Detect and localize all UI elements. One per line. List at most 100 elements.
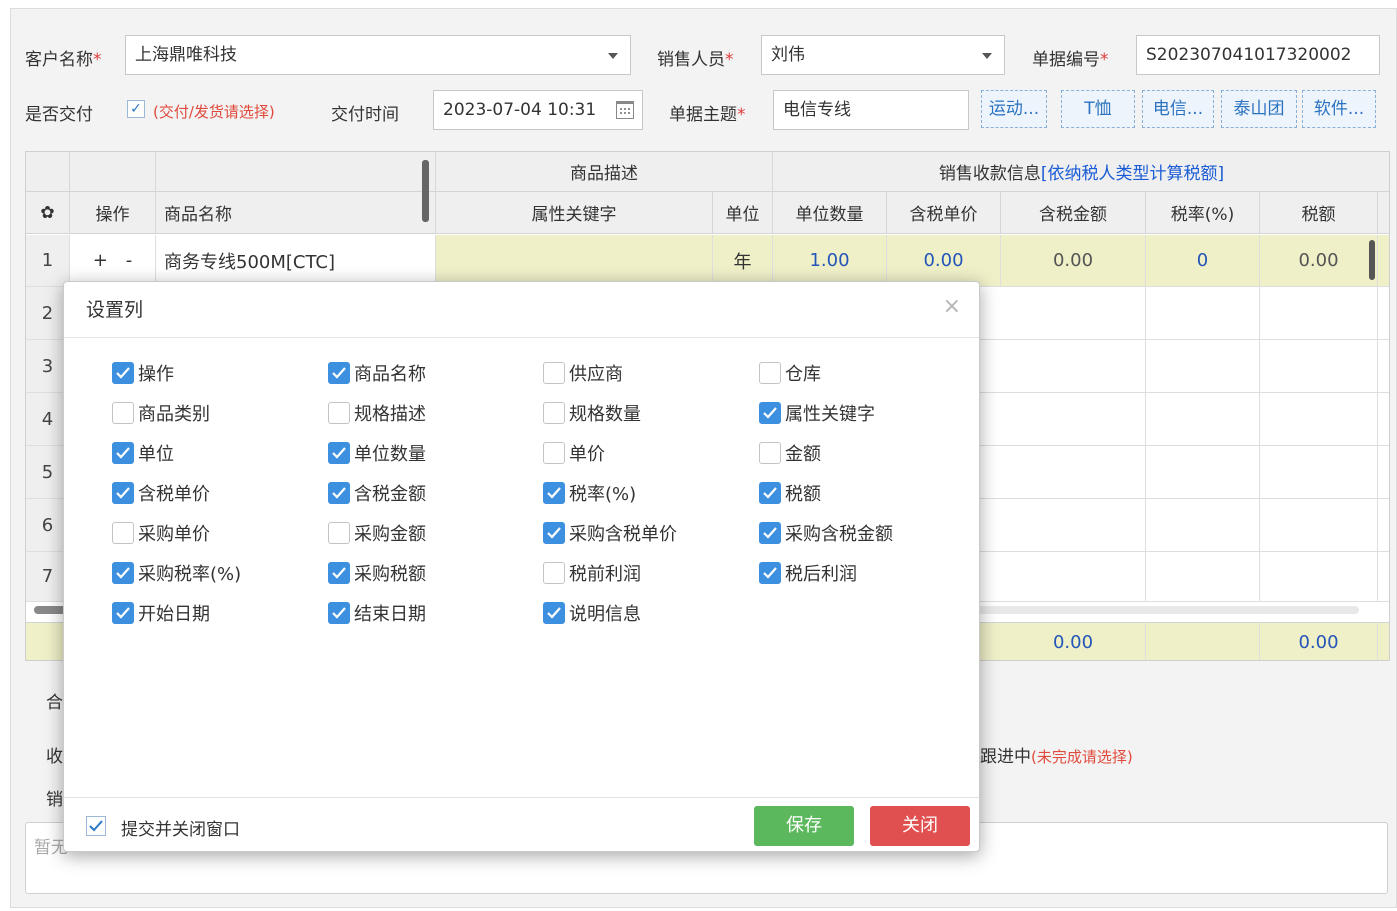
save-button[interactable]: 保存 — [754, 806, 854, 846]
cell-unit[interactable]: 年 — [713, 235, 773, 286]
column-option[interactable]: 操作 — [112, 360, 174, 386]
remove-row-button[interactable]: - — [126, 250, 133, 271]
chevron-down-icon — [608, 53, 618, 59]
option-checkbox[interactable] — [543, 482, 565, 504]
option-checkbox[interactable] — [112, 522, 134, 544]
option-checkbox[interactable] — [543, 362, 565, 384]
grid-group-header: 商品描述 销售收款信息 [依纳税人类型计算税额] — [26, 152, 1389, 192]
col-price[interactable]: 含税单价 — [887, 192, 1001, 233]
option-checkbox[interactable] — [328, 562, 350, 584]
column-option[interactable]: 采购税率(%) — [112, 560, 241, 586]
option-checkbox[interactable] — [328, 402, 350, 424]
col-qty[interactable]: 单位数量 — [773, 192, 887, 233]
tag-button[interactable]: 软件... — [1302, 90, 1376, 128]
column-option[interactable]: 结束日期 — [328, 600, 426, 626]
deliver-time-input[interactable]: 2023-07-04 10:31 — [433, 90, 643, 130]
option-checkbox[interactable] — [112, 442, 134, 464]
close-icon[interactable]: × — [943, 294, 961, 319]
option-checkbox[interactable] — [759, 402, 781, 424]
option-checkbox[interactable] — [759, 482, 781, 504]
calendar-icon[interactable] — [616, 101, 634, 119]
col-attr[interactable]: 属性关键字 — [436, 192, 713, 233]
column-option[interactable]: 商品名称 — [328, 360, 426, 386]
close-button[interactable]: 关闭 — [870, 806, 970, 846]
vertical-scrollbar[interactable] — [1369, 240, 1375, 280]
gear-icon[interactable]: ✿ — [26, 192, 70, 233]
column-splitter-handle[interactable] — [422, 160, 429, 222]
column-option[interactable]: 仓库 — [759, 360, 821, 386]
sales-select[interactable]: 刘伟 — [761, 35, 1005, 75]
subject-input[interactable]: 电信专线 — [773, 90, 969, 130]
tag-button[interactable]: 运动... — [981, 90, 1047, 128]
col-tax[interactable]: 税额 — [1260, 192, 1378, 233]
column-option[interactable]: 开始日期 — [112, 600, 210, 626]
col-taxrate[interactable]: 税率(%) — [1146, 192, 1260, 233]
column-option[interactable]: 税率(%) — [543, 480, 636, 506]
column-option[interactable]: 含税单价 — [112, 480, 210, 506]
option-checkbox[interactable] — [543, 602, 565, 624]
tag-button[interactable]: T恤 — [1061, 90, 1135, 128]
deliver-checkbox[interactable]: ✓ — [127, 100, 145, 118]
column-option[interactable]: 金额 — [759, 440, 821, 466]
option-checkbox[interactable] — [543, 442, 565, 464]
column-option[interactable]: 税额 — [759, 480, 821, 506]
col-op[interactable]: 操作 — [70, 192, 156, 233]
column-option[interactable]: 供应商 — [543, 360, 623, 386]
submit-close-checkbox[interactable] — [86, 816, 106, 836]
progress-status[interactable]: 跟进中(未完成请选择) — [980, 742, 1133, 767]
cell-price[interactable]: 0.00 — [887, 235, 1001, 286]
cell-taxrate[interactable]: 0 — [1146, 235, 1260, 286]
cell-tax[interactable]: 0.00 — [1260, 235, 1378, 286]
option-checkbox[interactable] — [328, 442, 350, 464]
option-checkbox[interactable] — [112, 602, 134, 624]
column-option[interactable]: 采购金额 — [328, 520, 426, 546]
option-checkbox[interactable] — [328, 482, 350, 504]
table-row[interactable]: 1 + - 商务专线500M[CTC] 年 1.00 0.00 0.00 0 0… — [26, 235, 1389, 287]
customer-label: 客户名称* — [25, 50, 102, 70]
option-checkbox[interactable] — [328, 602, 350, 624]
column-option[interactable]: 商品类别 — [112, 400, 210, 426]
cell-attr[interactable] — [436, 235, 713, 286]
col-amount[interactable]: 含税金额 — [1001, 192, 1146, 233]
column-option[interactable]: 属性关键字 — [759, 400, 875, 426]
option-checkbox[interactable] — [543, 562, 565, 584]
option-checkbox[interactable] — [759, 522, 781, 544]
column-option[interactable]: 规格数量 — [543, 400, 641, 426]
column-option[interactable]: 采购单价 — [112, 520, 210, 546]
docno-field[interactable]: S202307041017320002 — [1136, 35, 1380, 75]
column-option[interactable]: 采购含税单价 — [543, 520, 677, 546]
option-checkbox[interactable] — [328, 362, 350, 384]
tag-button[interactable]: 电信... — [1142, 90, 1214, 128]
column-option[interactable]: 单位 — [112, 440, 174, 466]
tag-button[interactable]: 泰山团 — [1221, 90, 1297, 128]
option-checkbox[interactable] — [759, 442, 781, 464]
option-label: 税率(%) — [569, 484, 637, 505]
column-option[interactable]: 采购税额 — [328, 560, 426, 586]
cell-qty[interactable]: 1.00 — [773, 235, 887, 286]
option-checkbox[interactable] — [112, 362, 134, 384]
col-name[interactable]: 商品名称 — [156, 192, 436, 233]
option-checkbox[interactable] — [112, 562, 134, 584]
option-checkbox[interactable] — [328, 522, 350, 544]
customer-select[interactable]: 上海鼎唯科技 — [125, 35, 631, 75]
column-option[interactable]: 采购含税金额 — [759, 520, 893, 546]
add-row-button[interactable]: + — [93, 250, 108, 271]
cell-name[interactable]: 商务专线500M[CTC] — [156, 235, 436, 286]
option-checkbox[interactable] — [543, 522, 565, 544]
option-checkbox[interactable] — [543, 402, 565, 424]
column-option[interactable]: 说明信息 — [543, 600, 641, 626]
column-option[interactable]: 单位数量 — [328, 440, 426, 466]
option-checkbox[interactable] — [112, 482, 134, 504]
option-checkbox[interactable] — [759, 362, 781, 384]
option-checkbox[interactable] — [112, 402, 134, 424]
col-unit[interactable]: 单位 — [713, 192, 773, 233]
option-label: 单位 — [138, 444, 174, 465]
tax-calc-link[interactable]: [依纳税人类型计算税额] — [1041, 159, 1224, 184]
column-option[interactable]: 规格描述 — [328, 400, 426, 426]
column-option[interactable]: 税前利润 — [543, 560, 641, 586]
column-option[interactable]: 含税金额 — [328, 480, 426, 506]
column-option[interactable]: 单价 — [543, 440, 605, 466]
column-option[interactable]: 税后利润 — [759, 560, 857, 586]
option-checkbox[interactable] — [759, 562, 781, 584]
cell-amount[interactable]: 0.00 — [1001, 235, 1146, 286]
